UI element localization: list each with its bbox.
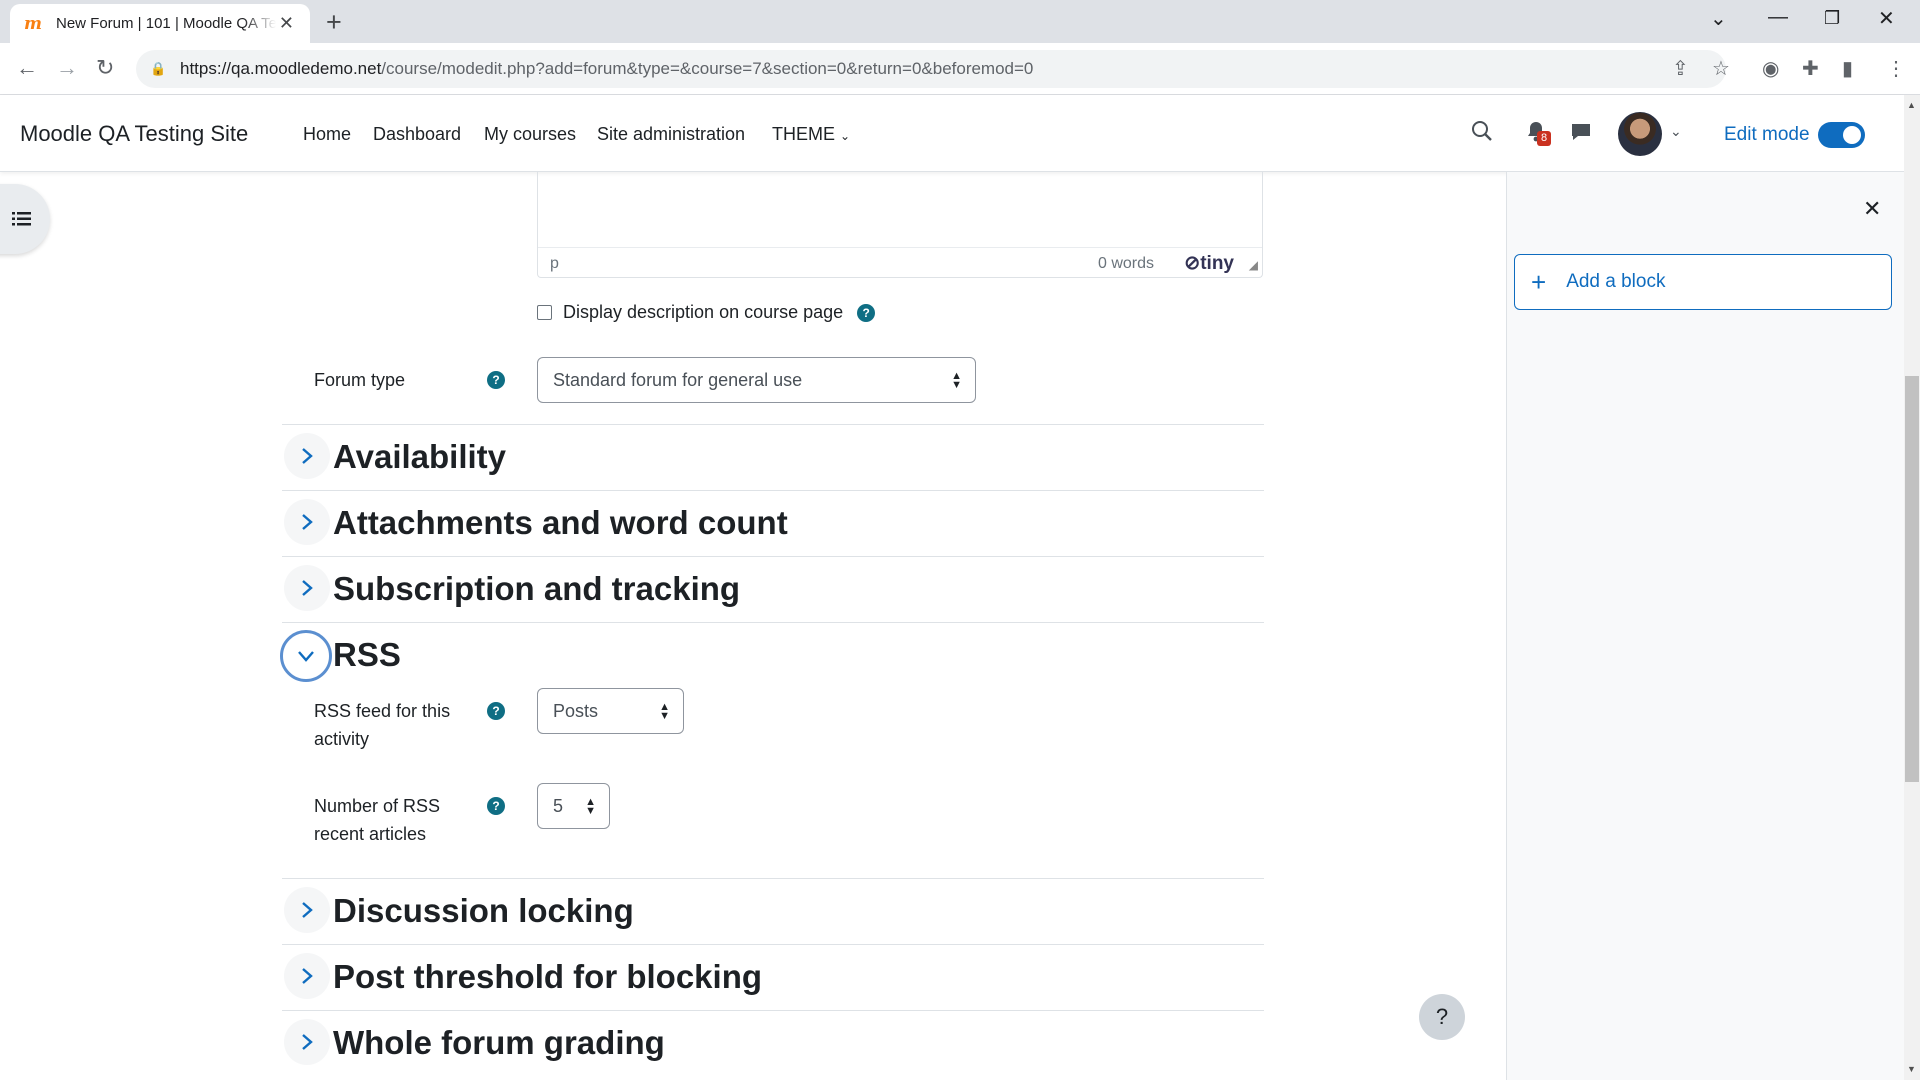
edit-mode-toggle[interactable]	[1818, 122, 1865, 148]
site-name[interactable]: Moodle QA Testing Site	[20, 121, 248, 147]
browser-tab[interactable]: m New Forum | 101 | Moodle QA Testing Si…	[10, 4, 310, 43]
browser-menu-icon[interactable]: ⋮	[1886, 56, 1906, 81]
reload-icon[interactable]: ↻	[96, 55, 114, 81]
url-field[interactable]: 🔒 https://qa.moodledemo.net/course/moded…	[136, 50, 1726, 88]
rss-articles-help-icon[interactable]: ?	[487, 797, 505, 815]
section-heading[interactable]: Post threshold for blocking	[333, 958, 762, 996]
extensions-puzzle-icon[interactable]: ✚	[1802, 56, 1819, 81]
lock-icon: 🔒	[150, 61, 167, 76]
help-icon[interactable]: ?	[857, 303, 876, 322]
description-editor[interactable]: p 0 words ⊘tiny ◢	[537, 172, 1263, 278]
restore-icon[interactable]: ❐	[1824, 8, 1840, 29]
chevron-down-icon: ⌄	[840, 129, 851, 143]
rss-feed-value: Posts	[553, 701, 599, 721]
chevron-down-icon[interactable]	[280, 630, 332, 682]
select-arrows-icon: ▲ ▼	[659, 701, 670, 722]
share-icon[interactable]: ⇪	[1672, 56, 1689, 81]
url-text: https://qa.moodledemo.net/course/modedit…	[180, 59, 1034, 78]
window-close-icon[interactable]: ✕	[1878, 6, 1895, 31]
side-panel-icon[interactable]: ▮	[1842, 56, 1853, 81]
chevron-right-icon[interactable]	[284, 565, 330, 611]
forum-type-value: Standard forum for general use	[553, 370, 803, 390]
chevron-right-icon[interactable]	[284, 433, 330, 479]
bookmark-star-icon[interactable]: ☆	[1712, 56, 1730, 81]
select-arrows-icon: ▲ ▼	[951, 370, 962, 391]
forum-type-help-icon[interactable]: ?	[487, 371, 505, 389]
chevron-right-icon[interactable]	[284, 887, 330, 933]
section-whole-forum-grading[interactable]: Whole forum grading	[282, 1010, 1264, 1080]
forum-type-select[interactable]: Standard forum for general use ▲ ▼	[537, 357, 976, 403]
browser-tab-strip: m New Forum | 101 | Moodle QA Testing Si…	[0, 0, 1920, 43]
moodle-navbar: Moodle QA Testing Site Home Dashboard My…	[0, 95, 1904, 172]
chevron-right-icon[interactable]	[284, 499, 330, 545]
rss-articles-label: Number of RSS recent articles	[314, 796, 441, 844]
display-description-label[interactable]: Display description on course page	[563, 302, 843, 323]
rss-feed-select[interactable]: Posts ▲ ▼	[537, 688, 684, 734]
section-post-threshold[interactable]: Post threshold for blocking	[282, 944, 1264, 1010]
minimize-icon[interactable]: —	[1768, 6, 1788, 29]
rss-feed-help-icon[interactable]: ?	[487, 702, 505, 720]
scroll-down-icon[interactable]: ▼	[1907, 1064, 1916, 1074]
nav-site-administration[interactable]: Site administration	[597, 124, 745, 145]
section-heading[interactable]: RSS	[333, 636, 401, 674]
list-icon	[12, 212, 31, 226]
forum-type-label: Forum type	[314, 370, 406, 390]
moodle-favicon-icon: m	[24, 13, 42, 34]
search-icon[interactable]	[1470, 119, 1494, 148]
forward-icon[interactable]: →	[56, 55, 78, 81]
plus-icon: +	[1531, 267, 1547, 297]
add-block-button[interactable]: + Add a block	[1514, 254, 1892, 310]
section-heading[interactable]: Subscription and tracking	[333, 570, 740, 608]
section-heading[interactable]: Availability	[333, 438, 506, 476]
scrollbar-thumb[interactable]	[1905, 376, 1919, 782]
back-icon[interactable]: ←	[16, 55, 38, 81]
help-button[interactable]: ?	[1419, 994, 1465, 1040]
block-drawer: ✕ + Add a block	[1506, 172, 1904, 1080]
nav-my-courses[interactable]: My courses	[484, 124, 576, 145]
nav-dashboard[interactable]: Dashboard	[373, 124, 461, 145]
chevron-right-icon[interactable]	[284, 953, 330, 999]
section-discussion-locking[interactable]: Discussion locking	[282, 878, 1264, 944]
close-icon[interactable]: ✕	[1863, 196, 1881, 222]
tiny-logo[interactable]: ⊘tiny	[1184, 252, 1234, 275]
messages-icon[interactable]	[1570, 122, 1592, 147]
new-tab-icon[interactable]: +	[326, 7, 342, 38]
editor-element-path[interactable]: p	[550, 255, 559, 273]
section-heading[interactable]: Attachments and word count	[333, 504, 788, 542]
rss-articles-select[interactable]: 5 ▲ ▼	[537, 783, 610, 829]
user-avatar[interactable]	[1618, 112, 1662, 156]
nav-theme[interactable]: THEME ⌄	[772, 124, 850, 145]
tab-title: New Forum | 101 | Moodle QA Testing Site	[56, 15, 276, 32]
browser-address-bar: ← → ↻ 🔒 https://qa.moodledemo.net/course…	[0, 43, 1920, 95]
section-heading[interactable]: Discussion locking	[333, 892, 634, 930]
section-attachments[interactable]: Attachments and word count	[282, 490, 1264, 556]
section-availability[interactable]: Availability	[282, 424, 1264, 490]
editor-word-count[interactable]: 0 words	[1098, 255, 1154, 273]
edit-mode-label[interactable]: Edit mode	[1724, 124, 1810, 146]
rss-feed-label: RSS feed for this activity	[314, 701, 451, 749]
extension-icon[interactable]: ◉	[1762, 56, 1779, 81]
section-subscription[interactable]: Subscription and tracking	[282, 556, 1264, 622]
editor-resize-handle-icon[interactable]: ◢	[1249, 258, 1258, 272]
nav-home[interactable]: Home	[303, 124, 351, 145]
editor-status-bar: p 0 words ⊘tiny ◢	[538, 247, 1262, 277]
tab-search-icon[interactable]: ⌄	[1710, 6, 1727, 31]
section-heading[interactable]: Whole forum grading	[333, 1024, 665, 1062]
display-description-row: Display description on course page ?	[537, 302, 876, 323]
notification-count-badge: 8	[1537, 131, 1551, 146]
add-block-label: Add a block	[1566, 271, 1666, 292]
chevron-right-icon[interactable]	[284, 1019, 330, 1065]
select-arrows-icon: ▲ ▼	[585, 796, 596, 817]
nav-theme-label: THEME	[772, 124, 835, 144]
display-description-checkbox[interactable]	[537, 305, 552, 320]
notifications-bell-icon[interactable]: 8	[1526, 121, 1551, 148]
tab-close-icon[interactable]: ✕	[279, 13, 294, 34]
course-index-toggle[interactable]	[0, 184, 50, 254]
user-menu-chevron-icon[interactable]: ⌄	[1670, 123, 1682, 140]
scroll-up-icon[interactable]: ▲	[1907, 100, 1916, 110]
rss-articles-value: 5	[553, 796, 564, 816]
